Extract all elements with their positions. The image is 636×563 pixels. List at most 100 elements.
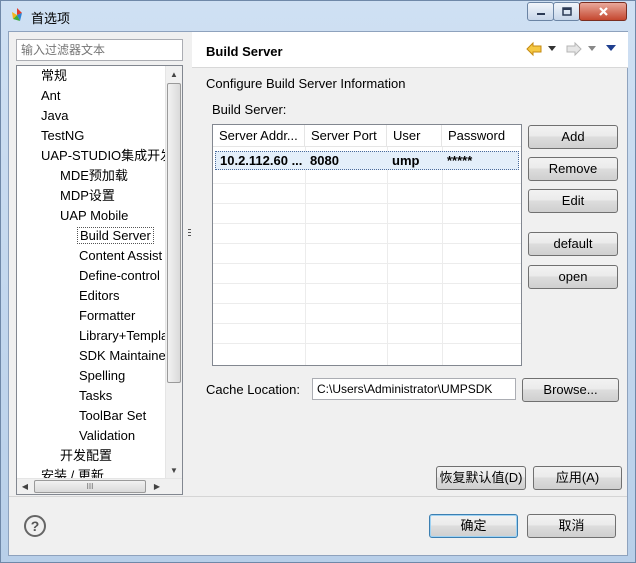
page-description: Configure Build Server Information xyxy=(206,76,406,91)
tree-item-spelling[interactable]: Spelling xyxy=(79,366,125,386)
grid-line xyxy=(213,223,521,224)
grid-line xyxy=(213,303,521,304)
horizontal-scroll-thumb[interactable]: III xyxy=(34,480,146,493)
tree-item-mde-preload[interactable]: MDE预加载 xyxy=(60,166,128,186)
tree-item-content-assist[interactable]: Content Assist xyxy=(79,246,162,266)
app-logo-icon xyxy=(12,8,22,21)
cell-user: ump xyxy=(392,153,420,168)
tree-item-label: ToolBar Set xyxy=(79,408,147,423)
add-button[interactable]: Add xyxy=(528,125,618,149)
tree-item-uap-studio[interactable]: UAP-STUDIO集成开发环境 xyxy=(41,146,182,166)
divider xyxy=(9,496,627,497)
tree-item-formatter[interactable]: Formatter xyxy=(79,306,135,326)
grid-line xyxy=(213,263,521,264)
default-button[interactable]: default xyxy=(528,232,618,256)
column-header-server-address[interactable]: Server Addr... xyxy=(213,125,305,147)
tree-item-validation[interactable]: Validation xyxy=(79,426,135,446)
back-arrow-icon[interactable] xyxy=(526,41,542,57)
title-bar[interactable]: 首选项 xyxy=(1,1,635,31)
tree-item-label: MDE预加载 xyxy=(60,168,128,183)
tree-item-label: 常规 xyxy=(41,68,68,83)
grid-line xyxy=(213,243,521,244)
scroll-down-icon[interactable]: ▼ xyxy=(166,462,182,479)
table-header: Server Addr... Server Port User Password xyxy=(213,125,521,147)
restore-defaults-button[interactable]: 恢复默认值(D) xyxy=(436,466,526,490)
close-button[interactable] xyxy=(579,2,627,21)
apply-button[interactable]: 应用(A) xyxy=(533,466,622,490)
tree-item-testng[interactable]: TestNG xyxy=(41,126,84,146)
preference-tree[interactable]: 常规 Ant Java TestNG UAP-STUDIO集成开发环境 MDE预… xyxy=(16,65,183,495)
cache-location-label: Cache Location: xyxy=(206,382,300,397)
tree-item-label: Define-control xyxy=(79,268,160,283)
tree-item-label: Editors xyxy=(79,288,120,303)
tree-item-label: Formatter xyxy=(79,308,136,323)
grid-line xyxy=(213,323,521,324)
build-server-table[interactable]: Server Addr... Server Port User Password… xyxy=(212,124,522,366)
tree-item-tasks[interactable]: Tasks xyxy=(79,386,112,406)
remove-button[interactable]: Remove xyxy=(528,157,618,181)
edit-button[interactable]: Edit xyxy=(528,189,618,213)
tree-item-toolbar-set[interactable]: ToolBar Set xyxy=(79,406,146,426)
cache-location-field[interactable]: C:\Users\Administrator\UMPSDK xyxy=(312,378,516,400)
scroll-left-icon[interactable]: ◀ xyxy=(17,479,33,494)
tree-item-uap-mobile[interactable]: UAP Mobile xyxy=(60,206,128,226)
back-dropdown-icon[interactable] xyxy=(548,46,556,51)
close-icon xyxy=(598,7,608,16)
tree-item-label: Spelling xyxy=(79,368,126,383)
cell-server-port: 8080 xyxy=(310,153,339,168)
column-header-user[interactable]: User xyxy=(387,125,442,147)
maximize-button[interactable] xyxy=(553,2,580,21)
grid-line xyxy=(213,343,521,344)
window-title: 首选项 xyxy=(31,11,71,26)
browse-button[interactable]: Browse... xyxy=(522,378,619,402)
column-header-password[interactable]: Password xyxy=(442,125,521,147)
tree-item-label: TestNG xyxy=(41,128,85,143)
preferences-window: 首选项 常规 Ant Java TestNG UAP-STUDIO集成开发环境 … xyxy=(0,0,636,563)
grid-line xyxy=(213,283,521,284)
tree-item-label: Validation xyxy=(79,428,136,443)
table-row[interactable]: 10.2.112.60 ... 8080 ump ***** xyxy=(215,151,519,170)
tree-item-label: Tasks xyxy=(79,388,113,403)
panel-sash[interactable] xyxy=(187,36,192,496)
tree-item-build-server[interactable]: Build Server xyxy=(77,226,154,246)
forward-dropdown-icon[interactable] xyxy=(588,46,596,51)
tree-vertical-scrollbar[interactable]: ▲ ▼ xyxy=(165,66,182,479)
tree-item-label: Content Assist xyxy=(79,248,163,263)
tree-item-ant[interactable]: Ant xyxy=(41,86,61,106)
tree-item-label: Ant xyxy=(41,88,61,103)
tree-item-mdp-settings[interactable]: MDP设置 xyxy=(60,186,115,206)
scroll-up-icon[interactable]: ▲ xyxy=(166,66,182,83)
column-header-server-port[interactable]: Server Port xyxy=(305,125,387,147)
grid-line xyxy=(305,147,306,365)
cancel-button[interactable]: 取消 xyxy=(527,514,616,538)
grid-line xyxy=(387,147,388,365)
view-menu-icon[interactable] xyxy=(606,45,616,51)
maximize-icon xyxy=(561,6,572,16)
filter-input[interactable] xyxy=(16,39,183,61)
vertical-scroll-thumb[interactable] xyxy=(167,83,181,383)
tree-item-label: UAP Mobile xyxy=(60,208,129,223)
minimize-button[interactable] xyxy=(527,2,554,21)
open-button[interactable]: open xyxy=(528,265,618,289)
tree-item-label: Build Server xyxy=(77,227,154,244)
grid-line xyxy=(213,183,521,184)
forward-arrow-icon[interactable] xyxy=(566,41,582,57)
grid-line xyxy=(213,203,521,204)
scroll-grip: III xyxy=(86,482,94,491)
tree-item-label: Java xyxy=(41,108,69,123)
tree-item-define-control[interactable]: Define-control xyxy=(79,266,160,286)
tree-item-label: MDP设置 xyxy=(60,188,115,203)
help-icon[interactable]: ? xyxy=(24,515,46,537)
tree-horizontal-scrollbar[interactable]: ◀ III ▶ xyxy=(17,478,182,494)
cell-password: ***** xyxy=(447,153,473,168)
build-server-group-label: Build Server: xyxy=(212,102,287,117)
tree-item-dev-config[interactable]: 开发配置 xyxy=(60,446,112,466)
ok-button[interactable]: 确定 xyxy=(429,514,518,538)
grid-line xyxy=(442,147,443,365)
tree-item-editors[interactable]: Editors xyxy=(79,286,119,306)
minimize-icon xyxy=(536,12,545,15)
tree-item-java[interactable]: Java xyxy=(41,106,68,126)
tree-item-general[interactable]: 常规 xyxy=(41,66,67,86)
sash-grip-icon xyxy=(188,229,191,236)
scroll-right-icon[interactable]: ▶ xyxy=(149,479,165,494)
